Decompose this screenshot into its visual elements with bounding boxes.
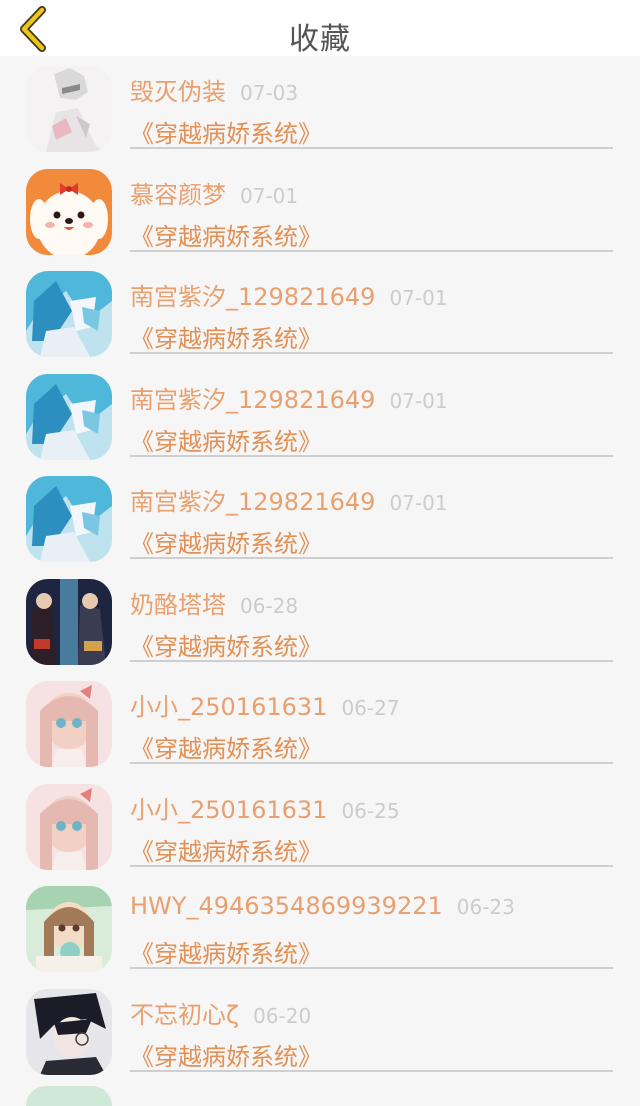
user-name[interactable]: 南宫紫汐_129821649 — [130, 488, 375, 516]
avatar[interactable] — [26, 373, 112, 460]
item-header: 南宫紫汐_129821649 07-01 — [130, 277, 448, 311]
item-header: 小小_250161631 06-27 — [130, 687, 400, 721]
avatar[interactable] — [26, 476, 112, 562]
list-item[interactable]: 毁灭伪装 07-03 《穿越病娇系统》 — [0, 56, 640, 159]
book-title[interactable]: 《穿越病娇系统》 — [130, 627, 322, 662]
item-header: 毁灭伪装 07-03 — [130, 72, 299, 106]
user-name[interactable]: 小小_250161631 — [130, 796, 327, 824]
favorite-date: 06-27 — [341, 696, 400, 720]
favorite-date: 07-01 — [240, 183, 299, 208]
divider — [130, 1069, 613, 1072]
user-name[interactable]: 南宫紫汐_129821649 — [130, 386, 375, 414]
list-item[interactable]: 小小_250161631 06-25 《穿越病娇系统》 — [0, 774, 640, 877]
favorite-date: 06-23 — [456, 895, 515, 919]
avatar[interactable] — [26, 783, 112, 870]
favorite-date: 07-01 — [389, 388, 448, 413]
avatar[interactable] — [26, 681, 112, 767]
list-item[interactable]: 奶酪塔塔 06-28 《穿越病娇系统》 — [0, 569, 640, 672]
avatar[interactable] — [26, 886, 112, 972]
item-header: 慕容颜梦 07-01 — [130, 175, 299, 209]
divider — [130, 352, 613, 354]
favorite-date: 06-25 — [341, 798, 400, 823]
avatar[interactable] — [26, 271, 112, 357]
divider — [130, 249, 613, 252]
user-name[interactable]: 不忘初心ζ — [130, 1001, 239, 1029]
item-header: 奶酪塔塔 06-28 — [130, 585, 299, 619]
book-title[interactable]: 《穿越病娇系统》 — [130, 114, 322, 149]
book-title[interactable]: 《穿越病娇系统》 — [130, 832, 322, 867]
item-header: HWY_4946354869939221 06-23 — [130, 892, 515, 924]
divider — [130, 147, 613, 149]
user-name[interactable]: 小小_250161631 — [130, 693, 327, 721]
book-title[interactable]: 《穿越病娇系统》 — [130, 934, 322, 969]
favorite-date: 06-28 — [240, 593, 299, 618]
book-title[interactable]: 《穿越病娇系统》 — [130, 319, 322, 354]
item-header: 南宫紫汐_129821649 07-01 — [130, 380, 448, 414]
avatar[interactable] — [26, 578, 112, 665]
favorite-date: 07-01 — [389, 491, 448, 515]
list-item[interactable]: HWY_4946354869939221 06-23 《穿越病娇系统》 — [0, 876, 640, 979]
item-header: 小小_250161631 06-25 — [130, 790, 400, 824]
item-header: 不忘初心ζ 06-20 — [130, 995, 312, 1029]
book-title[interactable]: 《穿越病娇系统》 — [130, 524, 322, 559]
favorite-date: 06-20 — [253, 1003, 312, 1028]
book-title[interactable]: 《穿越病娇系统》 — [130, 217, 322, 252]
book-title[interactable]: 《穿越病娇系统》 — [130, 1037, 322, 1072]
divider — [130, 967, 613, 969]
divider — [130, 454, 613, 457]
divider — [130, 557, 613, 559]
list-item[interactable]: 南宫紫汐_129821649 07-01 《穿越病娇系统》 — [0, 466, 640, 569]
favorite-date: 07-03 — [240, 81, 299, 105]
avatar[interactable] — [26, 168, 112, 255]
favorites-list: 毁灭伪装 07-03 《穿越病娇系统》 慕容颜梦 07-01 《穿越病娇系统》 南宫紫汐… — [0, 56, 640, 1081]
page-title: 收藏 — [289, 22, 351, 57]
book-title[interactable]: 《穿越病娇系统》 — [130, 729, 322, 764]
divider — [130, 762, 613, 764]
list-item[interactable]: 南宫紫汐_129821649 07-01 《穿越病娇系统》 — [0, 261, 640, 364]
list-item[interactable]: 慕容颜梦 07-01 《穿越病娇系统》 — [0, 159, 640, 262]
list-item[interactable]: 南宫紫汐_129821649 07-01 《穿越病娇系统》 — [0, 364, 640, 467]
user-name[interactable]: 南宫紫汐_129821649 — [130, 283, 375, 311]
avatar[interactable] — [26, 66, 112, 152]
user-name[interactable]: 奶酪塔塔 — [130, 591, 226, 619]
list-item[interactable]: 小小_250161631 06-27 《穿越病娇系统》 — [0, 671, 640, 774]
user-name[interactable]: HWY_4946354869939221 — [130, 892, 443, 920]
divider — [130, 864, 613, 867]
avatar-partial — [26, 1086, 112, 1106]
user-name[interactable]: 毁灭伪装 — [130, 78, 226, 106]
avatar[interactable] — [26, 988, 112, 1075]
user-name[interactable]: 慕容颜梦 — [130, 181, 226, 209]
list-item[interactable]: 不忘初心ζ 06-20 《穿越病娇系统》 — [0, 979, 640, 1082]
item-header: 南宫紫汐_129821649 07-01 — [130, 482, 448, 516]
favorite-date: 07-01 — [389, 286, 448, 310]
header-bar: 收藏 — [0, 0, 640, 57]
divider — [130, 659, 613, 662]
book-title[interactable]: 《穿越病娇系统》 — [130, 422, 322, 457]
